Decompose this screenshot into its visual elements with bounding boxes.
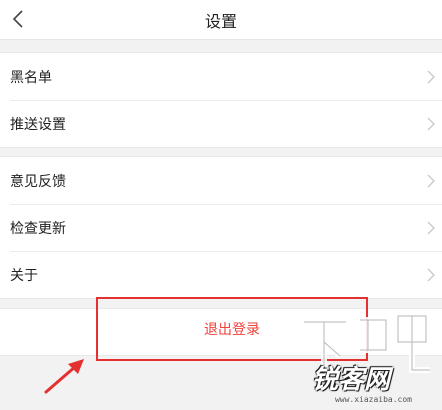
blacklist-item[interactable]: 黑名单 (0, 53, 442, 100)
chevron-right-icon (427, 70, 435, 83)
chevron-right-icon (427, 221, 435, 234)
chevron-right-icon (427, 117, 435, 130)
push-settings-item[interactable]: 推送设置 (0, 100, 442, 147)
settings-group-2: 意见反馈 检查更新 关于 (0, 156, 442, 299)
chevron-right-icon (427, 174, 435, 187)
check-update-label: 检查更新 (10, 220, 66, 237)
watermark-brand: 锐客网 (311, 365, 390, 395)
chevron-left-icon (12, 10, 23, 28)
top-bar: 设置 (0, 0, 442, 40)
blacklist-label: 黑名单 (10, 69, 52, 86)
watermark: 锐客网 www.xiazaiba.com (294, 294, 434, 404)
about-item[interactable]: 关于 (0, 251, 442, 298)
check-update-item[interactable]: 检查更新 (0, 204, 442, 251)
feedback-label: 意见反馈 (10, 173, 66, 190)
chevron-right-icon (427, 268, 435, 281)
annotation-arrow-icon (44, 359, 84, 394)
back-button[interactable] (4, 4, 32, 34)
settings-group-1: 黑名单 推送设置 (0, 52, 442, 148)
push-settings-label: 推送设置 (10, 116, 66, 133)
feedback-item[interactable]: 意见反馈 (0, 157, 442, 204)
page-title: 设置 (204, 11, 237, 31)
logout-label: 退出登录 (204, 322, 260, 338)
watermark-url: www.xiazaiba.com (334, 395, 412, 404)
about-label: 关于 (10, 267, 38, 284)
